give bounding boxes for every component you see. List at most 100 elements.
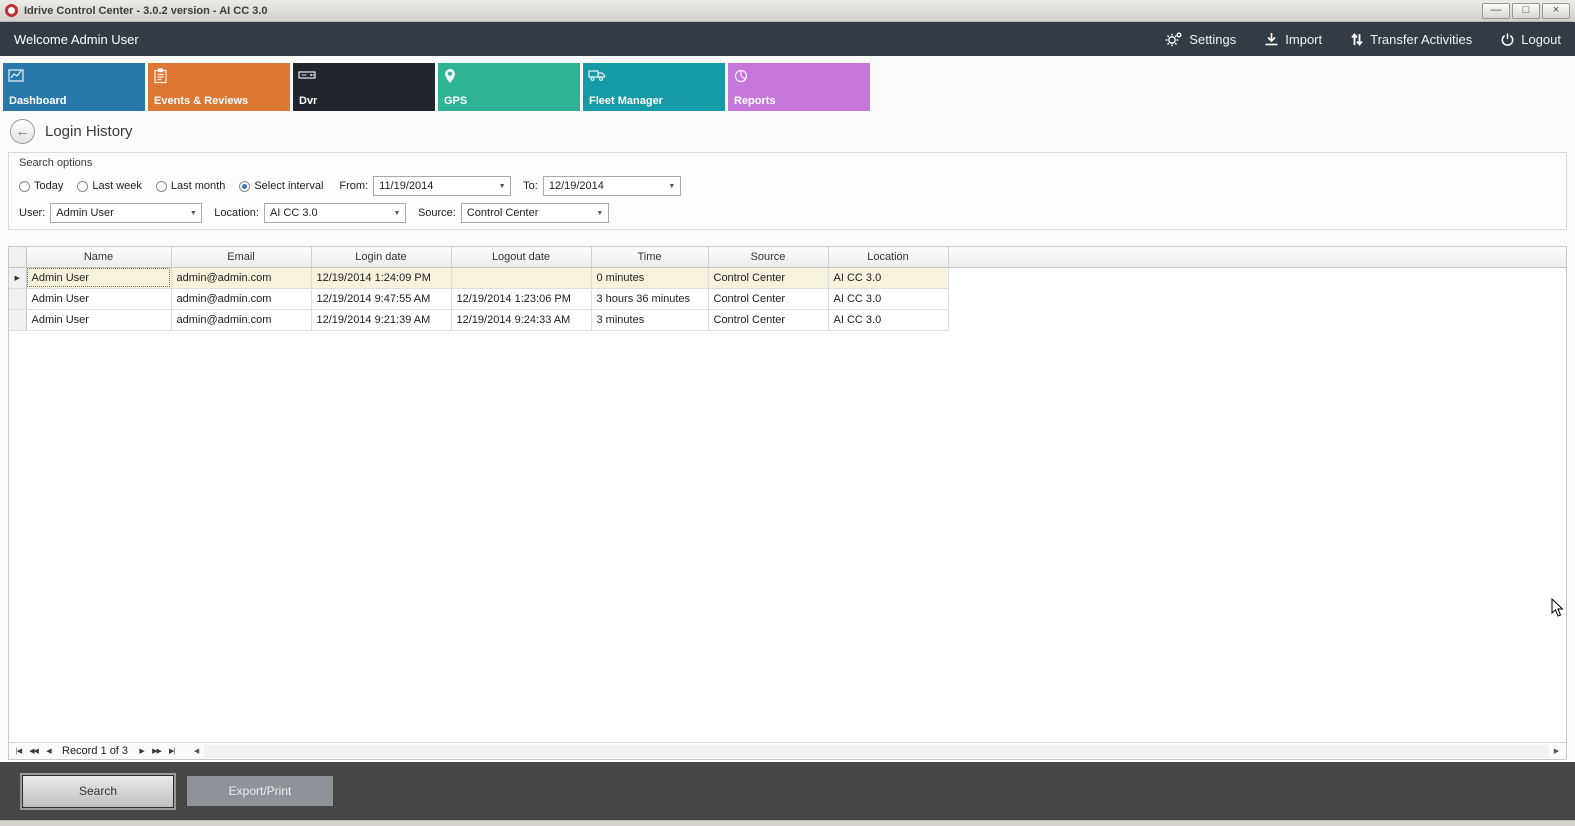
- column-header-login-date[interactable]: Login date: [311, 247, 451, 267]
- settings-label: Settings: [1189, 32, 1236, 47]
- cell-email[interactable]: admin@admin.com: [171, 267, 311, 288]
- cell-email[interactable]: admin@admin.com: [171, 288, 311, 309]
- to-date-combo[interactable]: 12/19/2014 ▼: [543, 176, 681, 196]
- cell-time[interactable]: 3 hours 36 minutes: [591, 288, 708, 309]
- table-row[interactable]: Admin User admin@admin.com 12/19/2014 9:…: [9, 309, 1566, 330]
- cell-login-date[interactable]: 12/19/2014 9:21:39 AM: [311, 309, 451, 330]
- cell-location[interactable]: AI CC 3.0: [828, 267, 948, 288]
- radio-select-interval-label: Select interval: [254, 180, 323, 192]
- scroll-left-icon[interactable]: ◀: [189, 747, 204, 755]
- import-button[interactable]: Import: [1264, 31, 1322, 47]
- horizontal-scrollbar[interactable]: ◀ ▶: [189, 744, 1564, 759]
- source-value: Control Center: [467, 207, 539, 219]
- tile-reports[interactable]: Reports: [728, 63, 870, 111]
- column-header-time[interactable]: Time: [591, 247, 708, 267]
- window-titlebar: Idrive Control Center - 3.0.2 version - …: [0, 0, 1575, 22]
- location-combo[interactable]: AI CC 3.0 ▼: [264, 203, 406, 223]
- nav-last-button[interactable]: ▶|: [164, 744, 179, 759]
- from-date-value: 11/19/2014: [379, 180, 433, 192]
- chevron-down-icon: ▼: [389, 210, 405, 217]
- cell-logout-date[interactable]: 12/19/2014 9:24:33 AM: [451, 309, 591, 330]
- user-combo[interactable]: Admin User ▼: [50, 203, 202, 223]
- cell-source[interactable]: Control Center: [708, 288, 828, 309]
- tile-gps[interactable]: GPS: [438, 63, 580, 111]
- to-label: To:: [523, 180, 538, 192]
- cell-email[interactable]: admin@admin.com: [171, 309, 311, 330]
- tile-fleet-manager[interactable]: Fleet Manager: [583, 63, 725, 111]
- cell-logout-date[interactable]: [451, 267, 591, 288]
- tile-events-reviews-label: Events & Reviews: [154, 95, 248, 107]
- nav-prev-button[interactable]: ◀: [41, 744, 56, 759]
- chevron-down-icon: ▼: [185, 210, 201, 217]
- from-date-combo[interactable]: 11/19/2014 ▼: [373, 176, 511, 196]
- nav-first-button[interactable]: |◀: [11, 744, 26, 759]
- map-pin-icon: [443, 68, 457, 84]
- app-logo-icon: [5, 4, 18, 17]
- scrollbar-track[interactable]: [204, 745, 1549, 758]
- topbar-actions: Settings Import Transfer Activities: [1165, 31, 1561, 47]
- row-indicator-icon: ▶: [9, 267, 26, 288]
- nav-prev-page-button[interactable]: ◀◀: [26, 744, 41, 759]
- export-print-button[interactable]: Export/Print: [187, 776, 333, 806]
- user-label: User:: [19, 207, 45, 219]
- welcome-text: Welcome Admin User: [14, 32, 139, 47]
- column-header-email[interactable]: Email: [171, 247, 311, 267]
- cell-login-date[interactable]: 12/19/2014 9:47:55 AM: [311, 288, 451, 309]
- radio-last-month[interactable]: Last month: [156, 180, 225, 192]
- nav-next-button[interactable]: ▶: [134, 744, 149, 759]
- cell-name[interactable]: Admin User: [26, 288, 171, 309]
- nav-next-page-button[interactable]: ▶▶: [149, 744, 164, 759]
- column-header-source[interactable]: Source: [708, 247, 828, 267]
- cell-logout-date[interactable]: 12/19/2014 1:23:06 PM: [451, 288, 591, 309]
- cell-login-date[interactable]: 12/19/2014 1:24:09 PM: [311, 267, 451, 288]
- source-combo[interactable]: Control Center ▼: [461, 203, 609, 223]
- cell-time[interactable]: 3 minutes: [591, 309, 708, 330]
- user-value: Admin User: [56, 207, 113, 219]
- maximize-button[interactable]: □: [1512, 3, 1540, 19]
- logout-button[interactable]: Logout: [1500, 31, 1561, 47]
- minimize-button[interactable]: —: [1482, 3, 1510, 19]
- close-button[interactable]: ×: [1542, 3, 1570, 19]
- back-button[interactable]: ←: [10, 119, 35, 144]
- settings-button[interactable]: Settings: [1165, 31, 1236, 47]
- from-label: From:: [339, 180, 368, 192]
- page-header: ← Login History: [0, 112, 1575, 150]
- tile-dashboard[interactable]: Dashboard: [3, 63, 145, 111]
- chevron-down-icon: ▼: [494, 183, 510, 190]
- column-header-location[interactable]: Location: [828, 247, 948, 267]
- radio-last-week[interactable]: Last week: [77, 180, 142, 192]
- location-label: Location:: [214, 207, 259, 219]
- radio-today[interactable]: Today: [19, 180, 63, 192]
- transfer-activities-button[interactable]: Transfer Activities: [1350, 31, 1472, 47]
- transfer-arrows-icon: [1350, 32, 1364, 47]
- cell-name[interactable]: Admin User: [26, 267, 171, 288]
- gears-icon: [1165, 31, 1183, 47]
- cell-source[interactable]: Control Center: [708, 309, 828, 330]
- nav-tiles: Dashboard Events & Reviews Dvr GPS: [0, 56, 1575, 112]
- cell-name[interactable]: Admin User: [26, 309, 171, 330]
- cell-time[interactable]: 0 minutes: [591, 267, 708, 288]
- logout-label: Logout: [1521, 32, 1561, 47]
- cell-source[interactable]: Control Center: [708, 267, 828, 288]
- search-button[interactable]: Search: [22, 775, 174, 808]
- tile-reports-label: Reports: [734, 95, 776, 107]
- radio-last-month-dot: [156, 181, 167, 192]
- scroll-right-icon[interactable]: ▶: [1549, 747, 1564, 755]
- source-label: Source:: [418, 207, 456, 219]
- table-row[interactable]: ▶ Admin User admin@admin.com 12/19/2014 …: [9, 267, 1566, 288]
- tile-events-reviews[interactable]: Events & Reviews: [148, 63, 290, 111]
- cell-location[interactable]: AI CC 3.0: [828, 309, 948, 330]
- column-header-name[interactable]: Name: [26, 247, 171, 267]
- tile-dvr[interactable]: Dvr: [293, 63, 435, 111]
- login-history-table: Name Email Login date Logout date Time S…: [9, 247, 1566, 331]
- table-row[interactable]: Admin User admin@admin.com 12/19/2014 9:…: [9, 288, 1566, 309]
- page-title: Login History: [45, 123, 133, 140]
- radio-select-interval[interactable]: Select interval: [239, 180, 323, 192]
- window-bottom-edge: [0, 820, 1575, 826]
- column-header-filler: [948, 247, 1566, 267]
- truck-icon: [588, 68, 606, 82]
- cell-location[interactable]: AI CC 3.0: [828, 288, 948, 309]
- radio-today-label: Today: [34, 180, 63, 192]
- login-history-grid: Name Email Login date Logout date Time S…: [8, 246, 1567, 760]
- column-header-logout-date[interactable]: Logout date: [451, 247, 591, 267]
